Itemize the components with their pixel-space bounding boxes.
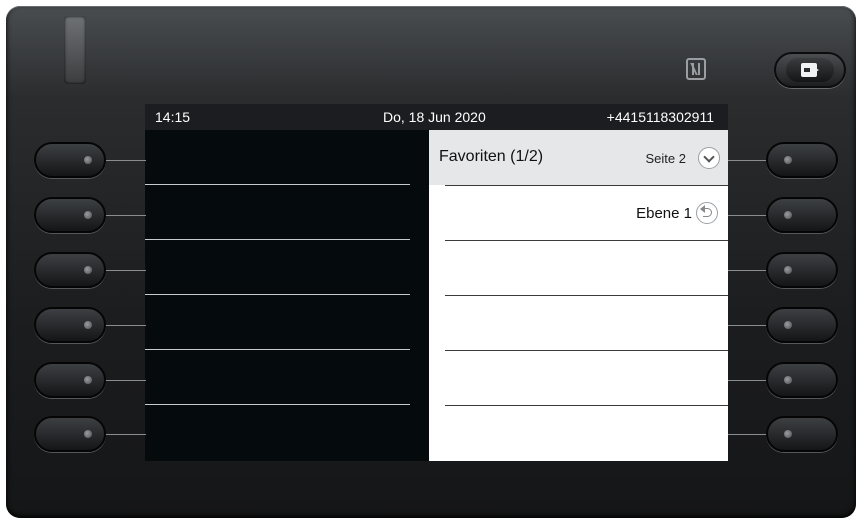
right-key-4[interactable]	[766, 307, 838, 343]
key-led	[784, 376, 792, 384]
left-key-1[interactable]	[34, 142, 106, 178]
left-divider	[145, 239, 410, 240]
back-arrow-icon[interactable]	[696, 202, 718, 224]
key-led	[84, 376, 92, 384]
key-led	[784, 430, 792, 438]
status-bar: 14:15 Do, 18 Jun 2020 +4415118302911	[145, 104, 728, 130]
key-connector	[728, 215, 768, 216]
key-connector	[728, 434, 768, 435]
favorites-empty-row[interactable]	[429, 296, 728, 351]
left-key-6[interactable]	[34, 416, 106, 452]
key-led	[784, 321, 792, 329]
key-connector	[106, 215, 146, 216]
favorites-empty-row[interactable]	[429, 241, 728, 296]
right-key-5[interactable]	[766, 362, 838, 398]
display-screen: 14:15 Do, 18 Jun 2020 +4415118302911 Fav…	[145, 104, 728, 461]
key-led	[84, 430, 92, 438]
logout-button-face	[786, 58, 834, 82]
status-phone-number: +4415118302911	[606, 109, 714, 125]
key-connector	[728, 160, 768, 161]
favorites-title: Favoriten (1/2)	[439, 148, 544, 165]
left-divider	[145, 294, 410, 295]
key-led	[784, 156, 792, 164]
right-key-6[interactable]	[766, 416, 838, 452]
status-date: Do, 18 Jun 2020	[383, 109, 486, 125]
right-key-2[interactable]	[766, 197, 838, 233]
key-led	[784, 211, 792, 219]
left-divider	[145, 349, 410, 350]
key-connector	[728, 325, 768, 326]
key-connector	[728, 270, 768, 271]
key-connector	[106, 160, 146, 161]
key-connector	[106, 434, 146, 435]
left-key-2[interactable]	[34, 197, 106, 233]
page-label: Seite 2	[645, 151, 686, 166]
favorites-empty-row[interactable]	[429, 351, 728, 406]
left-key-3[interactable]	[34, 252, 106, 288]
logout-button[interactable]	[774, 52, 846, 88]
key-led	[84, 266, 92, 274]
chevron-down-icon[interactable]	[698, 147, 720, 169]
key-connector	[106, 270, 146, 271]
status-time: 14:15	[155, 109, 191, 125]
key-led	[784, 266, 792, 274]
key-led	[84, 156, 92, 164]
left-key-5[interactable]	[34, 362, 106, 398]
left-divider	[145, 404, 410, 405]
right-key-1[interactable]	[766, 142, 838, 178]
level-label: Ebene 1	[636, 205, 692, 222]
left-divider	[145, 184, 410, 185]
favorites-empty-row[interactable]	[429, 406, 728, 461]
right-key-3[interactable]	[766, 252, 838, 288]
key-connector	[106, 380, 146, 381]
handset-slot	[64, 16, 86, 84]
key-connector	[728, 380, 768, 381]
left-key-panel	[145, 130, 429, 461]
favorites-header[interactable]: Favoriten (1/2) Seite 2	[429, 130, 728, 185]
key-led	[84, 321, 92, 329]
nfc-icon	[686, 58, 706, 80]
logout-icon	[801, 63, 819, 77]
favorites-level-row[interactable]: Ebene 1	[429, 186, 728, 241]
key-connector	[106, 325, 146, 326]
key-led	[84, 211, 92, 219]
left-key-4[interactable]	[34, 307, 106, 343]
favorites-panel: Favoriten (1/2) Seite 2 Ebene 1	[429, 130, 728, 461]
